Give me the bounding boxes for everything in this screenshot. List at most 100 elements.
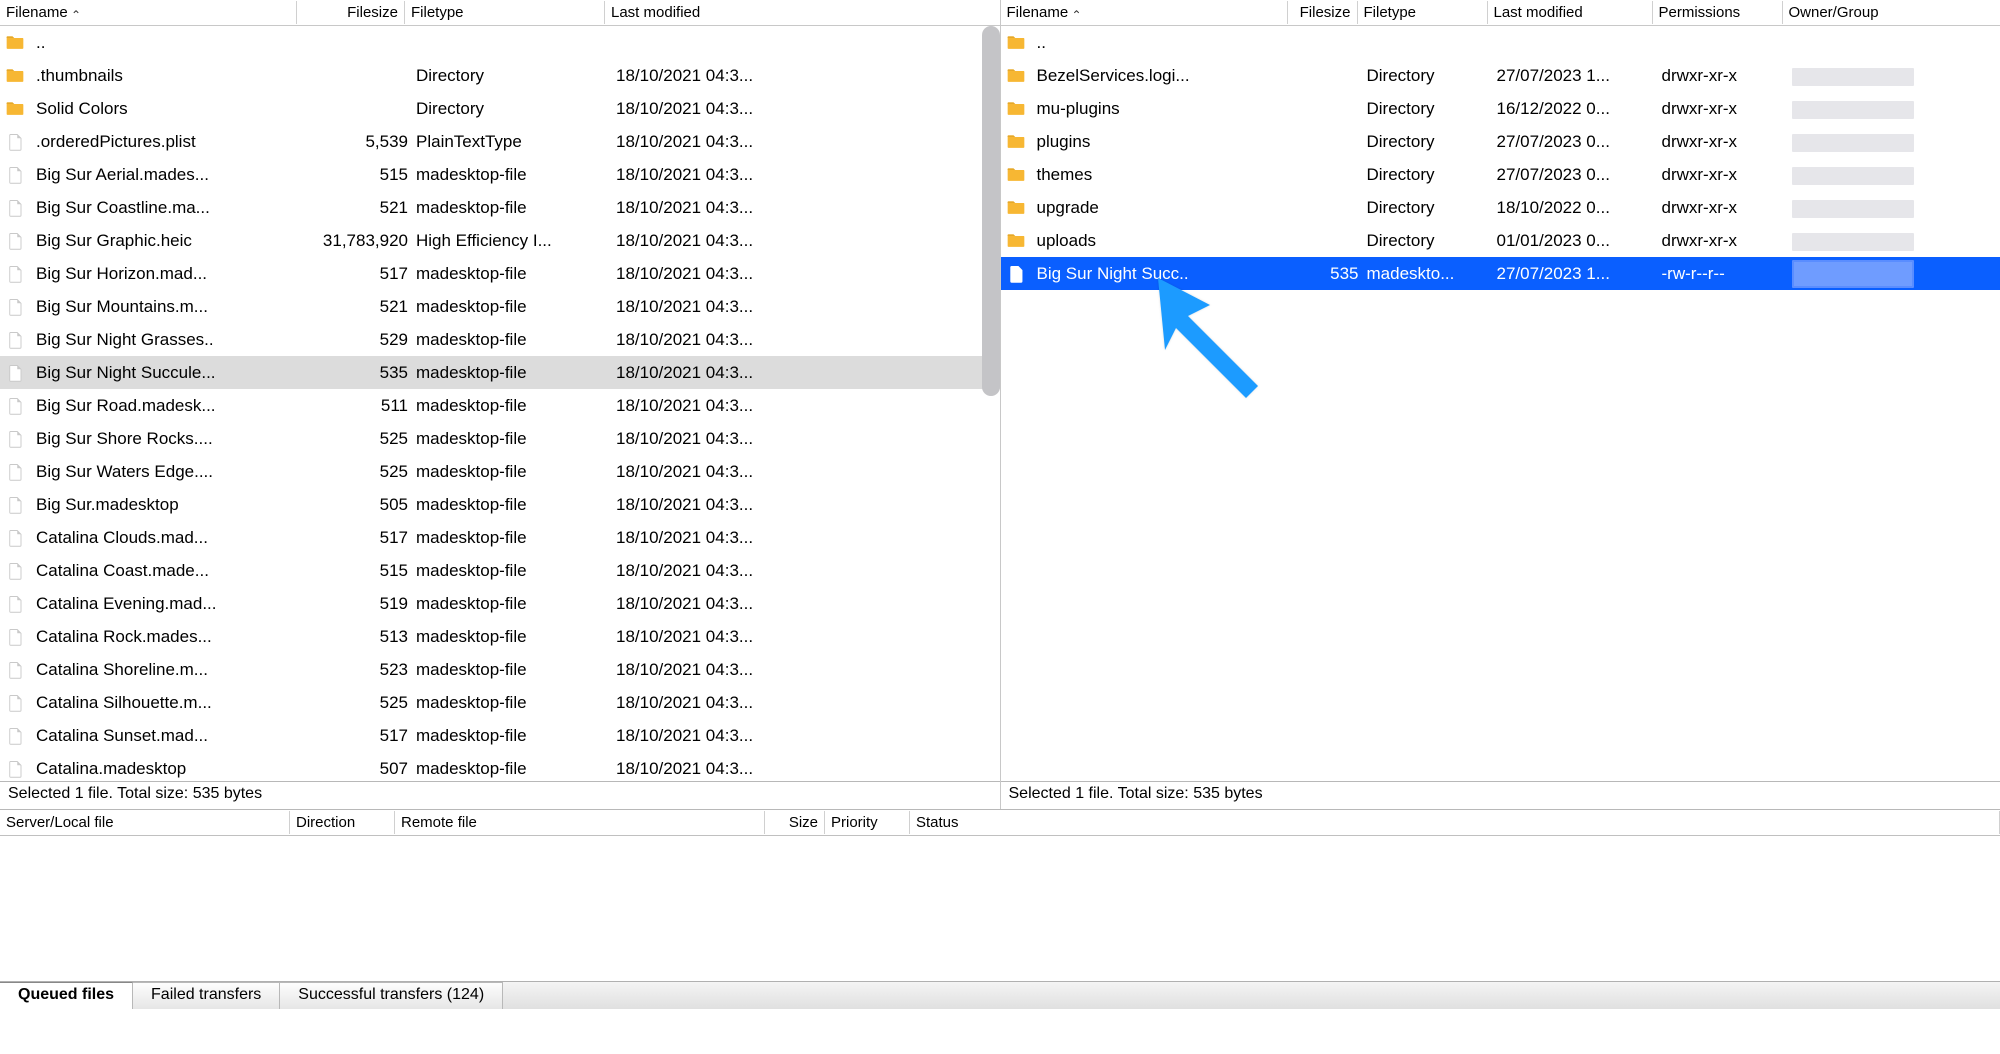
col-filename[interactable]: Filename (1001, 1, 1288, 24)
file-icon (4, 461, 26, 483)
file-row[interactable]: Catalina Coast.made...515madesktop-file1… (0, 554, 1000, 587)
file-icon (4, 164, 26, 186)
file-row[interactable]: Catalina.madesktop507madesktop-file18/10… (0, 752, 1000, 781)
file-row[interactable]: themesDirectory27/07/2023 0...drwxr-xr-x (1001, 158, 2000, 191)
col-filetype[interactable]: Filetype (1358, 1, 1488, 24)
file-owner (1788, 132, 1918, 152)
tab-failed[interactable]: Failed transfers (133, 982, 280, 1009)
file-row[interactable]: Big Sur Road.madesk...511madesktop-file1… (0, 389, 1000, 422)
file-icon (4, 428, 26, 450)
local-file-list[interactable]: ...thumbnailsDirectory18/10/2021 04:3...… (0, 26, 1000, 781)
file-icon (4, 329, 26, 351)
file-modified: 18/10/2021 04:3... (612, 660, 812, 680)
file-owner (1788, 66, 1918, 86)
col-modified[interactable]: Last modified (1488, 1, 1653, 24)
file-name: themes (1033, 165, 1293, 185)
folder-icon (4, 32, 26, 54)
col-filesize[interactable]: Filesize (297, 1, 405, 24)
file-row[interactable]: uploadsDirectory01/01/2023 0...drwxr-xr-… (1001, 224, 2000, 257)
file-name: Catalina Rock.mades... (32, 627, 302, 647)
file-icon (4, 692, 26, 714)
tab-successful[interactable]: Successful transfers (124) (280, 982, 503, 1009)
file-size: 517 (302, 264, 412, 284)
file-modified: 18/10/2021 04:3... (612, 264, 812, 284)
col-serverlocal[interactable]: Server/Local file (0, 811, 290, 834)
local-headers: Filename Filesize Filetype Last modified (0, 0, 1000, 26)
col-remote[interactable]: Remote file (395, 811, 765, 834)
file-permissions: drwxr-xr-x (1658, 66, 1788, 86)
file-row[interactable]: Big Sur Horizon.mad...517madesktop-file1… (0, 257, 1000, 290)
file-modified: 27/07/2023 1... (1493, 264, 1658, 284)
parent-dir-row[interactable]: .. (0, 26, 1000, 59)
file-name: .thumbnails (32, 66, 302, 86)
file-row[interactable]: Big Sur Coastline.ma...521madesktop-file… (0, 191, 1000, 224)
folder-icon (1005, 164, 1027, 186)
file-row[interactable]: BezelServices.logi...Directory27/07/2023… (1001, 59, 2000, 92)
col-direction[interactable]: Direction (290, 811, 395, 834)
file-row[interactable]: Big Sur Night Succule...535madesktop-fil… (0, 356, 1000, 389)
file-name: plugins (1033, 132, 1293, 152)
file-modified: 18/10/2021 04:3... (612, 561, 812, 581)
file-type: madesktop-file (412, 561, 612, 581)
file-size: 525 (302, 462, 412, 482)
file-icon (4, 197, 26, 219)
file-size: 519 (302, 594, 412, 614)
file-row[interactable]: Big Sur Night Succ..535madeskto...27/07/… (1001, 257, 2000, 290)
col-owner[interactable]: Owner/Group (1783, 1, 2000, 24)
file-size: 517 (302, 528, 412, 548)
file-owner (1788, 198, 1918, 218)
file-row[interactable]: .thumbnailsDirectory18/10/2021 04:3... (0, 59, 1000, 92)
file-row[interactable]: Big Sur Aerial.mades...515madesktop-file… (0, 158, 1000, 191)
file-name: Big Sur.madesktop (32, 495, 302, 515)
col-filesize[interactable]: Filesize (1288, 1, 1358, 24)
queue-body[interactable] (0, 836, 2000, 981)
col-filename[interactable]: Filename (0, 1, 297, 24)
parent-dir-row[interactable]: .. (1001, 26, 2000, 59)
file-size: 523 (302, 660, 412, 680)
col-size[interactable]: Size (765, 811, 825, 834)
local-pane: Filename Filesize Filetype Last modified… (0, 0, 1001, 809)
file-row[interactable]: Catalina Shoreline.m...523madesktop-file… (0, 653, 1000, 686)
remote-file-list[interactable]: ..BezelServices.logi...Directory27/07/20… (1001, 26, 2000, 781)
file-row[interactable]: .orderedPictures.plist5,539PlainTextType… (0, 125, 1000, 158)
col-filetype[interactable]: Filetype (405, 1, 605, 24)
file-type: madesktop-file (412, 330, 612, 350)
file-row[interactable]: Big Sur Shore Rocks....525madesktop-file… (0, 422, 1000, 455)
file-row[interactable]: Big Sur Graphic.heic31,783,920High Effic… (0, 224, 1000, 257)
file-row[interactable]: Catalina Sunset.mad...517madesktop-file1… (0, 719, 1000, 752)
file-row[interactable]: Big Sur Waters Edge....525madesktop-file… (0, 455, 1000, 488)
file-modified: 18/10/2021 04:3... (612, 198, 812, 218)
col-permissions[interactable]: Permissions (1653, 1, 1783, 24)
file-row[interactable]: Catalina Evening.mad...519madesktop-file… (0, 587, 1000, 620)
file-icon (4, 494, 26, 516)
file-name: Big Sur Mountains.m... (32, 297, 302, 317)
col-modified[interactable]: Last modified (605, 1, 1000, 24)
file-row[interactable]: Solid ColorsDirectory18/10/2021 04:3... (0, 92, 1000, 125)
scrollbar[interactable] (982, 26, 1000, 396)
file-size: 507 (302, 759, 412, 779)
file-row[interactable]: Catalina Rock.mades...513madesktop-file1… (0, 620, 1000, 653)
file-modified: 18/10/2021 04:3... (612, 693, 812, 713)
file-name: Catalina Evening.mad... (32, 594, 302, 614)
file-name: Catalina Clouds.mad... (32, 528, 302, 548)
file-name: Big Sur Waters Edge.... (32, 462, 302, 482)
col-status[interactable]: Status (910, 811, 2000, 834)
file-row[interactable]: Big Sur Mountains.m...521madesktop-file1… (0, 290, 1000, 323)
file-owner (1788, 99, 1918, 119)
file-row[interactable]: mu-pluginsDirectory16/12/2022 0...drwxr-… (1001, 92, 2000, 125)
file-size: 535 (302, 363, 412, 383)
file-size: 521 (302, 198, 412, 218)
file-type: madesktop-file (412, 429, 612, 449)
folder-icon (1005, 98, 1027, 120)
file-type: Directory (1363, 132, 1493, 152)
file-row[interactable]: Catalina Clouds.mad...517madesktop-file1… (0, 521, 1000, 554)
col-priority[interactable]: Priority (825, 811, 910, 834)
file-row[interactable]: Big Sur Night Grasses..529madesktop-file… (0, 323, 1000, 356)
file-icon (4, 527, 26, 549)
file-row[interactable]: Big Sur.madesktop505madesktop-file18/10/… (0, 488, 1000, 521)
file-row[interactable]: pluginsDirectory27/07/2023 0...drwxr-xr-… (1001, 125, 2000, 158)
file-row[interactable]: upgradeDirectory18/10/2022 0...drwxr-xr-… (1001, 191, 2000, 224)
tab-queued[interactable]: Queued files (0, 982, 133, 1009)
file-type: madesktop-file (412, 264, 612, 284)
file-row[interactable]: Catalina Silhouette.m...525madesktop-fil… (0, 686, 1000, 719)
